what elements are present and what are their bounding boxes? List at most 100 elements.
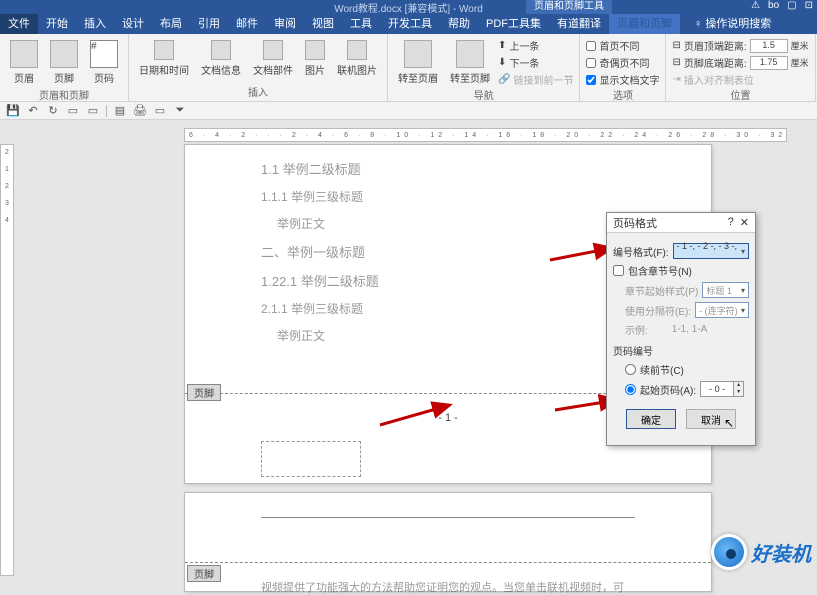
tab-pdf[interactable]: PDF工具集 <box>478 14 549 34</box>
separator-label: 使用分隔符(E): <box>625 303 691 318</box>
tab-review[interactable]: 审阅 <box>266 14 304 34</box>
qat-icon[interactable]: 🖨 <box>133 104 147 118</box>
footer-distance-input[interactable]: ⊟ 页脚底端距离: 1.75厘米 <box>672 55 808 70</box>
watermark-text: 好装机 <box>751 538 811 567</box>
context-tool-label: 页眉和页脚工具 <box>526 0 612 14</box>
doc-heading: 1.1 举例二级标题 <box>261 159 635 178</box>
footer-button[interactable]: 页脚 <box>46 38 82 87</box>
start-at-spinner[interactable]: - 0 - ▴▾ <box>700 381 744 397</box>
tab-layout[interactable]: 布局 <box>152 14 190 34</box>
page-numbering-section-label: 页码编号 <box>613 343 749 358</box>
start-at-label: 起始页码(A): <box>640 382 696 397</box>
doc-text: 视频提供了功能强大的方法帮助您证明您的观点。当您单击联机视频时，可 <box>261 579 624 595</box>
online-picture-button[interactable]: 联机图片 <box>333 38 381 79</box>
ribbon: 页眉 页脚 #页码 页眉和页脚 日期和时间 文档信息 文档部件 图片 联机图片 … <box>0 34 817 102</box>
redo-icon[interactable]: ↻ <box>46 104 60 118</box>
watermark-logo-icon <box>711 534 747 570</box>
quick-access-toolbar: 💾 ↶ ↻ ▭ ▭ ▤ 🖨 ▭ ⏷ <box>0 102 817 120</box>
number-format-combo[interactable]: - 1 -, - 2 -, - 3 -, ...▾ <box>673 243 749 259</box>
dialog-titlebar[interactable]: 页码格式 ? ✕ <box>607 213 755 233</box>
footer-tag: 页脚 <box>187 384 221 401</box>
include-chapter-checkbox[interactable] <box>613 265 624 276</box>
show-document-text-checkbox[interactable]: 显示文档文字 <box>586 72 659 87</box>
header-button[interactable]: 页眉 <box>6 38 42 87</box>
doc-text: 举例正文 <box>261 327 635 344</box>
tab-translate[interactable]: 有道翻译 <box>549 14 609 34</box>
undo-icon[interactable]: ↶ <box>26 104 40 118</box>
qat-icon[interactable]: ▤ <box>113 104 127 118</box>
ribbon-group-header-footer: 页眉 页脚 #页码 页眉和页脚 <box>0 34 129 101</box>
tab-view[interactable]: 视图 <box>304 14 342 34</box>
chapter-style-label: 章节起始样式(P) <box>625 283 698 298</box>
first-page-different-checkbox[interactable]: 首页不同 <box>586 38 659 53</box>
doc-heading: 2.1.1 举例三级标题 <box>261 300 635 317</box>
docparts-button[interactable]: 文档部件 <box>249 38 297 79</box>
header-distance-input[interactable]: ⊟ 页眉顶端距离: 1.5厘米 <box>672 38 808 53</box>
tab-mailings[interactable]: 邮件 <box>228 14 266 34</box>
goto-footer-button[interactable]: 转至页脚 <box>446 38 494 87</box>
prev-section-button[interactable]: ⬆ 上一条 <box>498 38 573 53</box>
ribbon-group-position: ⊟ 页眉顶端距离: 1.5厘米 ⊟ 页脚底端距离: 1.75厘米 ⇥ 插入对齐制… <box>666 34 815 101</box>
help-icon[interactable]: ? <box>728 216 734 229</box>
goto-header-button[interactable]: 转至页眉 <box>394 38 442 87</box>
include-chapter-label: 包含章节号(N) <box>628 263 692 278</box>
tab-help[interactable]: 帮助 <box>440 14 478 34</box>
ok-button[interactable]: 确定 <box>626 409 676 429</box>
tab-header-footer[interactable]: 页眉和页脚 <box>609 14 680 34</box>
number-format-label: 编号格式(F): <box>613 244 669 259</box>
vertical-ruler[interactable]: 21234 <box>0 144 14 576</box>
tell-me-search[interactable]: ♀ 操作说明搜索 <box>686 14 779 34</box>
horizontal-ruler[interactable]: 6 · 4 · 2 · · · 2 · 4 · 6 · 8 · 10 · 12 … <box>184 128 787 142</box>
ribbon-group-insert: 日期和时间 文档信息 文档部件 图片 联机图片 插入 <box>129 34 388 101</box>
qat-icon[interactable]: ▭ <box>86 104 100 118</box>
footer-placeholder-box[interactable] <box>261 441 361 477</box>
ribbon-display-icon[interactable]: ⊡ <box>805 0 813 11</box>
doc-text: 举例正文 <box>261 215 635 232</box>
tab-insert[interactable]: 插入 <box>76 14 114 34</box>
watermark: 好装机 <box>711 534 811 570</box>
save-icon[interactable]: 💾 <box>6 104 20 118</box>
tab-tools[interactable]: 工具 <box>342 14 380 34</box>
tab-dev[interactable]: 开发工具 <box>380 14 440 34</box>
user-avatar[interactable]: ▢ <box>787 0 796 11</box>
qat-icon[interactable]: ▭ <box>153 104 167 118</box>
ribbon-group-navigation: 转至页眉 转至页脚 ⬆ 上一条 ⬇ 下一条 🔗 链接到前一节 导航 <box>388 34 580 101</box>
picture-button[interactable]: 图片 <box>301 38 329 79</box>
titlebar-right: ⚠ bo ▢ ⊡ <box>751 0 813 11</box>
insert-align-tab-button[interactable]: ⇥ 插入对齐制表位 <box>672 72 808 87</box>
page-number-field[interactable]: - 1 - <box>438 412 458 424</box>
doc-heading: 1.1.1 举例三级标题 <box>261 188 635 205</box>
doc-heading: 二、举例一级标题 <box>261 242 635 261</box>
chapter-style-combo: 标题 1▾ <box>702 282 749 298</box>
odd-even-different-checkbox[interactable]: 奇偶页不同 <box>586 55 659 70</box>
qat-icon[interactable]: ⏷ <box>173 104 187 118</box>
example-label: 示例: <box>625 322 648 337</box>
start-at-radio[interactable] <box>625 384 636 395</box>
next-section-button[interactable]: ⬇ 下一条 <box>498 55 573 70</box>
document-page-2[interactable]: 页脚 视频提供了功能强大的方法帮助您证明您的观点。当您单击联机视频时，可 <box>184 492 712 592</box>
tab-design[interactable]: 设计 <box>114 14 152 34</box>
tab-file[interactable]: 文件 <box>0 14 38 34</box>
close-icon[interactable]: ✕ <box>740 216 749 229</box>
qat-icon[interactable]: ▭ <box>66 104 80 118</box>
ribbon-group-options: 首页不同 奇偶页不同 显示文档文字 选项 <box>580 34 666 101</box>
user-name[interactable]: bo <box>768 0 779 11</box>
separator-combo: - (连字符)▾ <box>695 302 749 318</box>
continue-label: 续前节(C) <box>640 362 684 377</box>
page-number-button[interactable]: #页码 <box>86 38 122 87</box>
cancel-button[interactable]: 取消 <box>686 409 736 429</box>
header-tag: 页脚 <box>187 565 221 582</box>
tab-references[interactable]: 引用 <box>190 14 228 34</box>
page-number-format-dialog: 页码格式 ? ✕ 编号格式(F): - 1 -, - 2 -, - 3 -, .… <box>606 212 756 446</box>
doc-heading: 1.22.1 举例二级标题 <box>261 271 635 290</box>
title-bar: Word教程.docx [兼容模式] - Word 页眉和页脚工具 ⚠ bo ▢… <box>0 0 817 14</box>
dialog-title: 页码格式 <box>613 215 657 231</box>
datetime-button[interactable]: 日期和时间 <box>135 38 193 79</box>
continue-radio[interactable] <box>625 364 636 375</box>
tab-home[interactable]: 开始 <box>38 14 76 34</box>
example-value: 1-1, 1-A <box>672 324 708 335</box>
menu-bar: 文件 开始 插入 设计 布局 引用 邮件 审阅 视图 工具 开发工具 帮助 PD… <box>0 14 817 34</box>
warning-icon[interactable]: ⚠ <box>751 0 760 11</box>
docinfo-button[interactable]: 文档信息 <box>197 38 245 79</box>
link-previous-button[interactable]: 🔗 链接到前一节 <box>498 72 573 87</box>
